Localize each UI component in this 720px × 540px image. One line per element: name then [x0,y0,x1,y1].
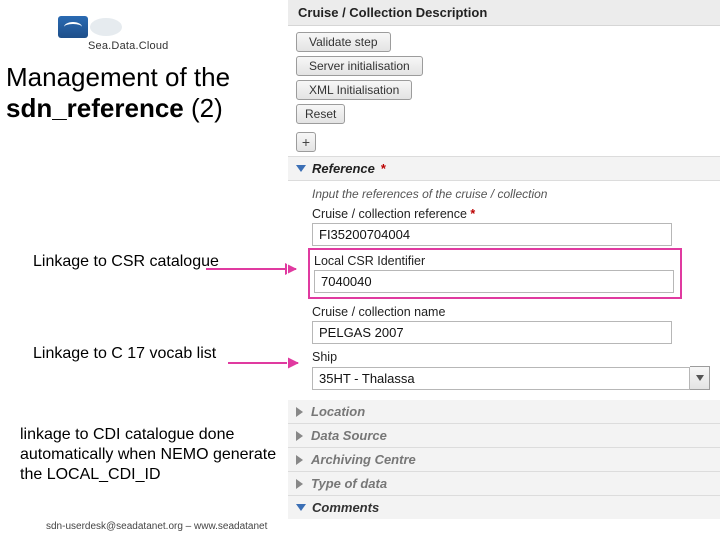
section-data-source-label: Data Source [311,428,387,443]
section-location-header[interactable]: Location [288,400,720,424]
slide-left-column: Sea.Data.Cloud Management of the sdn_ref… [0,0,287,540]
cloud-icon [90,18,122,36]
section-data-source-header[interactable]: Data Source [288,424,720,448]
section-archiving-centre-header[interactable]: Archiving Centre [288,448,720,472]
footer-text: sdn-userdesk@seadatanet.org – www.seadat… [46,521,267,532]
input-local-csr-id[interactable]: 7040040 [314,270,674,293]
logo [58,16,279,38]
input-cruise-reference[interactable]: FI35200704004 [312,223,672,246]
reference-helper-text: Input the references of the cruise / col… [312,187,710,201]
required-star: * [381,161,386,176]
annotation-cdi: linkage to CDI catalogue done automatica… [20,425,290,485]
arrow-to-csr [206,268,296,270]
logo-mark [58,16,88,38]
section-location-label: Location [311,404,365,419]
label-local-csr-id: Local CSR Identifier [314,254,676,268]
section-comments-label: Comments [312,500,379,515]
action-buttons: Validate step Server initialisation XML … [288,26,720,132]
title-line2-rest: (2) [184,93,223,123]
validate-step-button[interactable]: Validate step [296,32,391,52]
highlight-csr-identifier: Local CSR Identifier 7040040 [308,248,682,299]
annotation-csr: Linkage to CSR catalogue [33,252,223,272]
section-reference-header[interactable]: Reference * [288,156,720,181]
add-button[interactable]: + [296,132,316,152]
section-reference-body: Input the references of the cruise / col… [288,181,720,400]
server-initialisation-button[interactable]: Server initialisation [296,56,423,76]
section-archiving-centre-label: Archiving Centre [311,452,416,467]
section-comments-header[interactable]: Comments [288,496,720,519]
title-line1: Management of the [6,62,230,92]
chevron-right-icon [296,455,303,465]
label-ship: Ship [312,350,710,364]
xml-initialisation-button[interactable]: XML Initialisation [296,80,412,100]
input-ship[interactable]: 35HT - Thalassa [312,367,690,390]
panel-title: Cruise / Collection Description [288,0,720,26]
annotation-c17: Linkage to C 17 vocab list [33,344,253,364]
input-cruise-name[interactable]: PELGAS 2007 [312,321,672,344]
chevron-right-icon [296,407,303,417]
form-panel: Cruise / Collection Description Validate… [287,0,720,540]
title-line2-bold: sdn_reference [6,93,184,123]
section-type-of-data-header[interactable]: Type of data [288,472,720,496]
ship-select-row: 35HT - Thalassa [312,366,710,390]
label-cruise-name: Cruise / collection name [312,305,710,319]
chevron-right-icon [296,479,303,489]
chevron-down-icon [296,165,306,172]
reset-button[interactable]: Reset [296,104,345,124]
section-type-of-data-label: Type of data [311,476,387,491]
chevron-down-icon [296,504,306,511]
label-cruise-reference: Cruise / collection reference * [312,207,710,221]
section-reference-label: Reference [312,161,375,176]
chevron-right-icon [296,431,303,441]
chevron-down-icon [696,375,704,381]
ship-dropdown-button[interactable] [690,366,710,390]
logo-text: Sea.Data.Cloud [88,40,279,52]
slide-title: Management of the sdn_reference (2) [6,62,279,124]
